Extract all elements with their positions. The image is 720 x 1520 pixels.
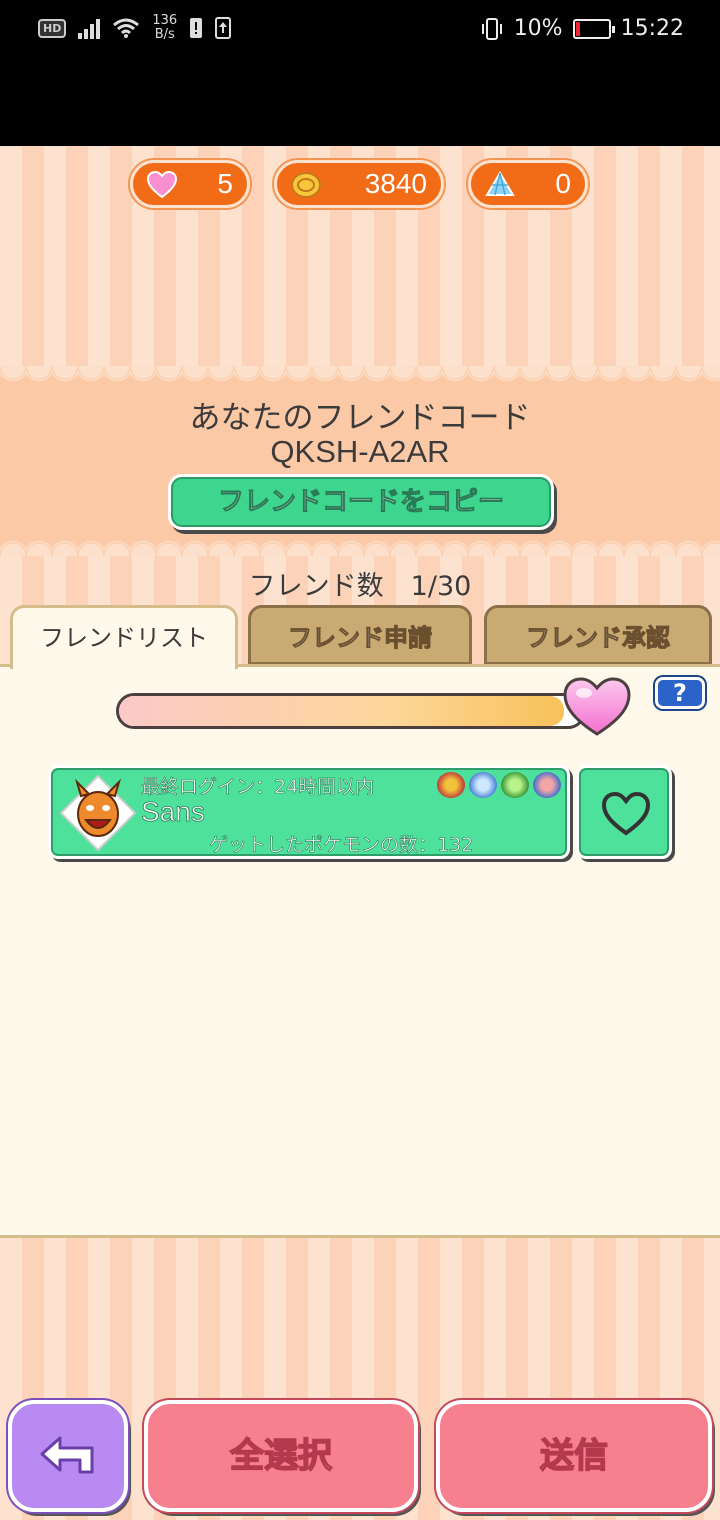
battery-percent: 10% [513, 16, 563, 41]
last-login-text: 最終ログイン：24時間以内 [141, 776, 375, 799]
send-heart-button[interactable] [576, 765, 672, 859]
hd-icon: HD [38, 18, 67, 38]
hearts-value: 5 [217, 168, 233, 199]
help-button[interactable]: ? [655, 677, 705, 709]
heart-gauge [116, 693, 586, 729]
heart-outline-icon [601, 792, 651, 836]
pokemon-caught-count: ゲットしたポケモンの数：132 [209, 834, 474, 857]
avatar [59, 774, 137, 852]
big-heart-icon [563, 677, 631, 736]
diamonds-value: 0 [555, 168, 571, 199]
pokemon-icon-4 [533, 772, 561, 798]
friend-card[interactable]: 最終ログイン：24時間以内 Sans ゲットしたポケモンの数：132 [48, 765, 570, 859]
status-right: 10% 15:22 [480, 16, 684, 41]
speed-unit: B/s [154, 27, 175, 42]
friend-list-panel [0, 664, 720, 1238]
tab-friend-list[interactable]: フレンドリスト [10, 605, 238, 669]
network-speed: 136 B/s [152, 14, 177, 42]
status-bar: HD 136 B/s 10% 15:22 [0, 0, 720, 146]
friend-count: フレンド数 1/30 [248, 571, 472, 602]
friend-code-value: QKSH-A2AR [270, 434, 450, 469]
currency-bar: 5 3840 0 [0, 160, 720, 210]
upload-icon [215, 17, 232, 39]
hearts-counter: 5 [130, 160, 250, 208]
back-button[interactable] [8, 1400, 128, 1512]
battery-icon [572, 18, 615, 39]
pokemon-icon-1 [437, 772, 465, 798]
pokemon-icon-3 [501, 772, 529, 798]
wifi-icon [113, 18, 140, 38]
coins-counter: 3840 [274, 160, 444, 208]
heart-gauge-fill [119, 696, 565, 726]
friend-code-label: あなたのフレンドコード [189, 400, 531, 436]
coin-icon [291, 172, 321, 198]
diamonds-counter: 0 [468, 160, 588, 208]
pokemon-icon-2 [469, 772, 497, 798]
clock: 15:22 [620, 16, 684, 41]
vibrate-icon [481, 17, 502, 40]
status-left: HD 136 B/s [38, 14, 232, 42]
diamond-icon [485, 171, 515, 196]
copy-friend-code-button[interactable]: フレンドコードをコピー [168, 474, 554, 530]
friend-name: Sans [141, 796, 206, 828]
tab-friend-requests[interactable]: フレンド申請 [248, 605, 472, 665]
send-button[interactable]: 送信 [436, 1400, 712, 1512]
tab-friend-approvals[interactable]: フレンド承認 [484, 605, 712, 665]
signal-icon [78, 17, 101, 39]
pokemon-icons [437, 772, 561, 798]
back-arrow-icon [40, 1436, 94, 1474]
coins-value: 3840 [364, 168, 427, 199]
speed-value: 136 [152, 13, 178, 28]
heart-icon [147, 171, 177, 199]
alert-icon [190, 18, 203, 38]
select-all-button[interactable]: 全選択 [144, 1400, 418, 1512]
